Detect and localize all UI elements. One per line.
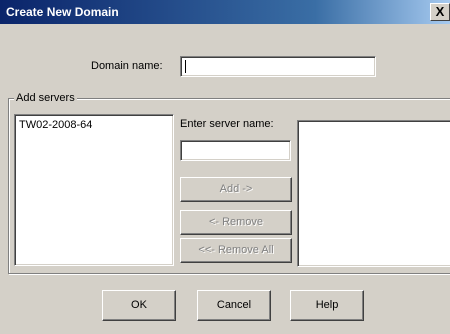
cancel-button-label: Cancel <box>216 299 252 311</box>
title-bar[interactable]: Create New Domain X <box>0 0 450 24</box>
ok-button-label: OK <box>131 299 147 311</box>
enter-server-name-label: Enter server name: <box>180 118 274 130</box>
add-servers-group-title: Add servers <box>14 92 77 104</box>
cancel-button[interactable]: Cancel <box>197 290 271 321</box>
ok-button[interactable]: OK <box>102 290 176 321</box>
add-server-button[interactable]: Add -> <box>180 177 292 202</box>
add-server-button-label: Add -> <box>219 183 253 195</box>
dialog-title: Create New Domain <box>6 5 119 19</box>
help-button[interactable]: Help <box>290 290 364 321</box>
remove-all-servers-button[interactable]: <<- Remove All <box>180 238 292 263</box>
list-item[interactable]: TW02-2008-64 <box>19 119 92 131</box>
domain-name-label: Domain name: <box>91 60 163 72</box>
server-name-input[interactable] <box>180 140 291 161</box>
domain-name-input[interactable] <box>180 56 376 77</box>
remove-server-button-label: <- Remove <box>208 216 264 228</box>
close-icon: X <box>435 4 445 19</box>
remove-all-servers-button-label: <<- Remove All <box>198 244 274 256</box>
selected-servers-list[interactable] <box>297 120 450 267</box>
available-servers-list[interactable]: TW02-2008-64 <box>14 114 174 266</box>
help-button-label: Help <box>315 299 339 311</box>
create-new-domain-dialog: Create New Domain X Domain name: Add ser… <box>0 0 450 334</box>
close-button[interactable]: X <box>430 3 450 21</box>
text-caret <box>185 60 186 73</box>
remove-server-button[interactable]: <- Remove <box>180 210 292 235</box>
